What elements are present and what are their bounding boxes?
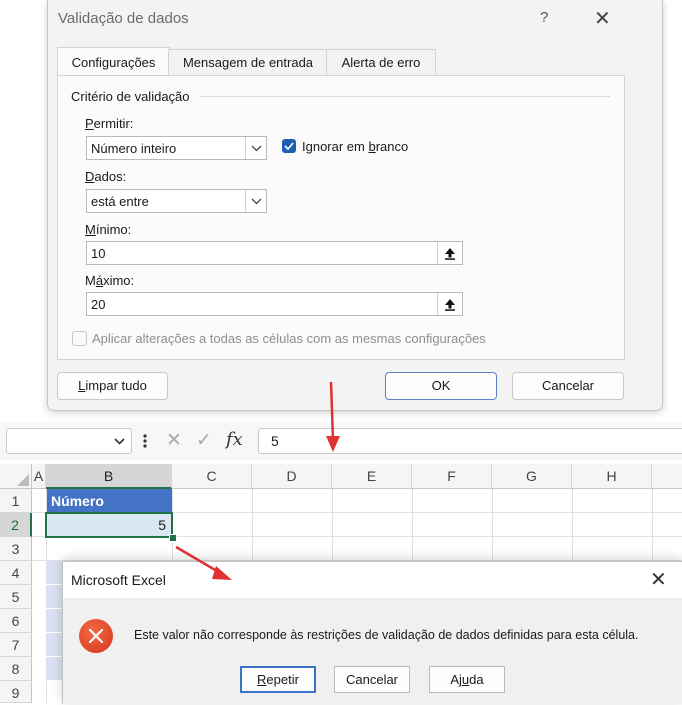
arrow-icon — [175, 545, 232, 580]
annotation-arrows — [175, 381, 340, 580]
arrow-icon — [326, 381, 340, 452]
